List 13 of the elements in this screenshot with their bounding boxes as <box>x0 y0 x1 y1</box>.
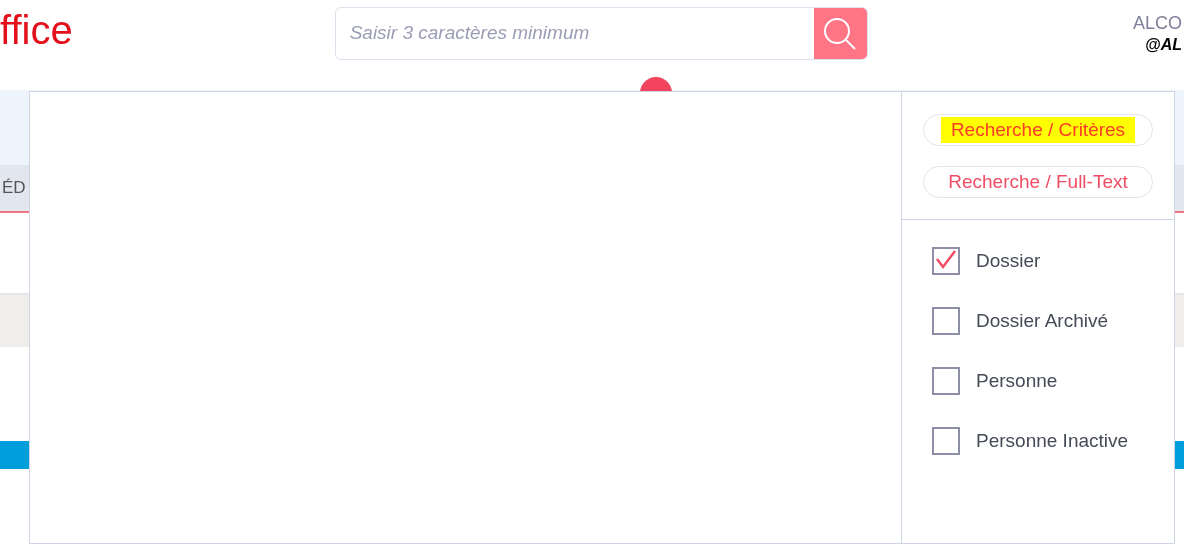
checkbox[interactable] <box>932 367 960 395</box>
user-name: ALCO <box>1132 12 1182 34</box>
checkbox-label: Dossier <box>976 248 1041 273</box>
logo: ffice <box>0 7 73 54</box>
checkbox[interactable] <box>932 427 960 455</box>
checkbox-label: Dossier Archivé <box>976 308 1108 333</box>
checkbox[interactable] <box>932 307 960 335</box>
checkbox[interactable] <box>932 247 960 275</box>
column-header: ÉD <box>1 177 26 200</box>
checkbox-label: Personne Inactive <box>976 428 1129 453</box>
user-handle: @AL <box>1145 35 1182 55</box>
checkbox-label: Personne <box>976 368 1058 393</box>
search-button[interactable] <box>813 8 867 59</box>
